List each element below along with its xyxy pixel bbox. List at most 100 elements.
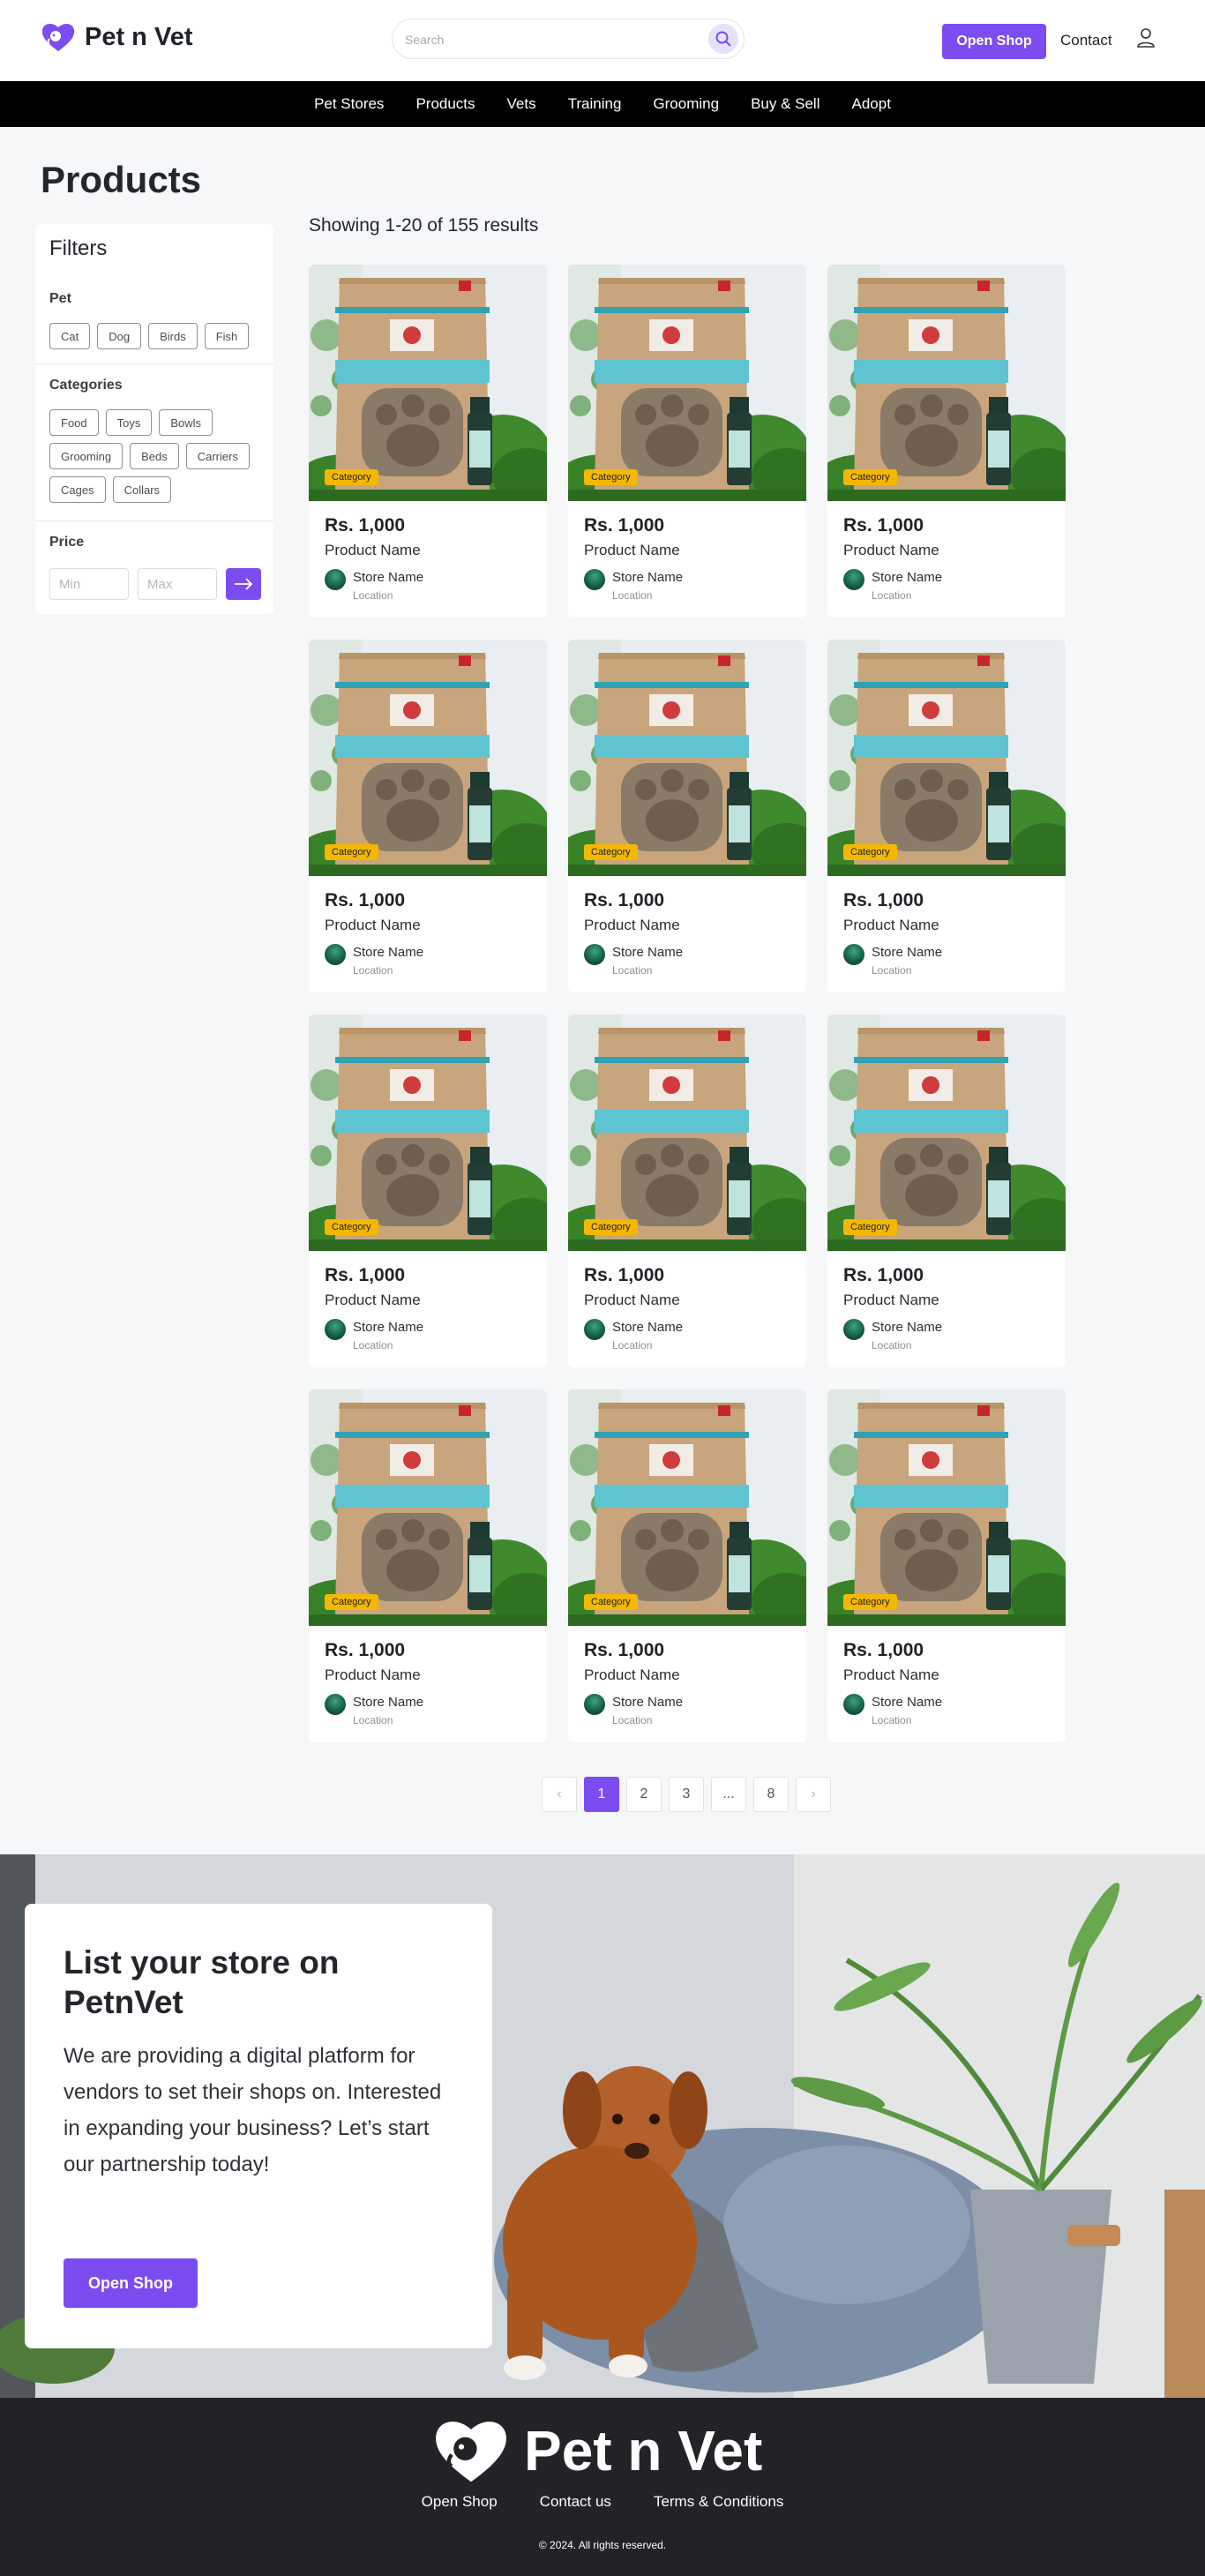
product-card[interactable]: Category Rs. 1,000 Product Name Store Name L…	[309, 1389, 547, 1742]
category-chip-carriers[interactable]: Carriers	[185, 443, 250, 469]
product-card[interactable]: Category Rs. 1,000 Product Name Store Name L…	[309, 1015, 547, 1367]
footer-logo[interactable]: Pet n Vet	[432, 2415, 762, 2486]
price-min-input[interactable]	[49, 568, 129, 600]
category-chip-collars[interactable]: Collars	[112, 476, 172, 503]
product-card[interactable]: Category Rs. 1,000 Product Name Store Name L…	[827, 1015, 1066, 1367]
store-avatar	[584, 569, 605, 590]
store-location: Location	[353, 1714, 393, 1726]
search-button[interactable]	[708, 24, 738, 54]
store-name[interactable]: Store Name	[353, 570, 423, 585]
product-card[interactable]: Category Rs. 1,000 Product Name Store Name L…	[827, 640, 1066, 992]
user-icon[interactable]	[1136, 27, 1156, 49]
store-name[interactable]: Store Name	[872, 945, 942, 960]
product-image[interactable]: Category	[568, 1389, 806, 1626]
category-badge: Category	[584, 1219, 638, 1235]
store-location: Location	[353, 589, 393, 602]
store-avatar	[584, 1694, 605, 1715]
price-max-input[interactable]	[138, 568, 217, 600]
store-name[interactable]: Store Name	[612, 1320, 683, 1335]
product-name[interactable]: Product Name	[843, 1666, 939, 1684]
product-name[interactable]: Product Name	[325, 542, 421, 559]
product-card[interactable]: Category Rs. 1,000 Product Name Store Name L…	[309, 640, 547, 992]
product-card[interactable]: Category Rs. 1,000 Product Name Store Name L…	[827, 1389, 1066, 1742]
product-image[interactable]: Category	[309, 1389, 547, 1626]
logo[interactable]: Pet n Vet	[41, 21, 193, 53]
store-name[interactable]: Store Name	[612, 1695, 683, 1710]
product-image[interactable]: Category	[309, 265, 547, 501]
product-image[interactable]: Category	[827, 1389, 1066, 1626]
nav-item-vets[interactable]: Vets	[491, 95, 552, 113]
pet-chip-birds[interactable]: Birds	[148, 323, 198, 349]
category-chip-toys[interactable]: Toys	[105, 409, 153, 436]
store-name[interactable]: Store Name	[353, 945, 423, 960]
nav-item-grooming[interactable]: Grooming	[637, 95, 735, 113]
filter-divider	[35, 520, 273, 521]
nav-item-adopt[interactable]: Adopt	[836, 95, 907, 113]
product-card[interactable]: Category Rs. 1,000 Product Name Store Name L…	[568, 1389, 806, 1742]
product-image[interactable]: Category	[568, 265, 806, 501]
main-nav: Pet Stores Products Vets Training Groomi…	[0, 81, 1205, 127]
category-badge: Category	[843, 1219, 897, 1235]
nav-item-training[interactable]: Training	[552, 95, 638, 113]
store-name[interactable]: Store Name	[872, 1320, 942, 1335]
product-image[interactable]: Category	[309, 640, 547, 876]
store-name[interactable]: Store Name	[872, 1695, 942, 1710]
product-name[interactable]: Product Name	[325, 1666, 421, 1684]
product-name[interactable]: Product Name	[843, 1292, 939, 1309]
store-name[interactable]: Store Name	[612, 945, 683, 960]
banner-open-shop-button[interactable]: Open Shop	[64, 2258, 198, 2308]
nav-item-pet-stores[interactable]: Pet Stores	[298, 95, 400, 113]
nav-item-buy-sell[interactable]: Buy & Sell	[735, 95, 835, 113]
product-image[interactable]: Category	[309, 1015, 547, 1251]
product-card[interactable]: Category Rs. 1,000 Product Name Store Name L…	[568, 1015, 806, 1367]
product-name[interactable]: Product Name	[584, 1666, 680, 1684]
product-image[interactable]: Category	[827, 1015, 1066, 1251]
price-apply-button[interactable]	[226, 568, 261, 600]
nav-item-products[interactable]: Products	[400, 95, 490, 113]
pagination-page-1[interactable]: 1	[584, 1777, 619, 1812]
store-name[interactable]: Store Name	[872, 570, 942, 585]
category-chip-cages[interactable]: Cages	[49, 476, 106, 503]
product-image[interactable]: Category	[827, 640, 1066, 876]
pagination-page-2[interactable]: 2	[626, 1777, 662, 1812]
store-name[interactable]: Store Name	[353, 1320, 423, 1335]
product-card[interactable]: Category Rs. 1,000 Product Name Store Name L…	[827, 265, 1066, 618]
product-image[interactable]: Category	[568, 1015, 806, 1251]
store-name[interactable]: Store Name	[612, 570, 683, 585]
pagination-page-3[interactable]: 3	[669, 1777, 704, 1812]
product-card[interactable]: Category Rs. 1,000 Product Name Store Name L…	[568, 265, 806, 618]
pet-chip-cat[interactable]: Cat	[49, 323, 91, 349]
product-name[interactable]: Product Name	[584, 542, 680, 559]
category-chip-beds[interactable]: Beds	[130, 443, 179, 469]
product-image[interactable]: Category	[827, 265, 1066, 501]
store-name[interactable]: Store Name	[353, 1695, 423, 1710]
search-input[interactable]	[405, 28, 696, 51]
pagination-page-8[interactable]: 8	[753, 1777, 789, 1812]
category-chip-food[interactable]: Food	[49, 409, 99, 436]
product-name[interactable]: Product Name	[325, 917, 421, 934]
open-shop-button[interactable]: Open Shop	[942, 24, 1046, 59]
product-name[interactable]: Product Name	[843, 917, 939, 934]
footer-link-terms[interactable]: Terms & Conditions	[654, 2493, 783, 2511]
pagination-next-button[interactable]: ›	[796, 1777, 831, 1812]
store-location: Location	[353, 1339, 393, 1352]
product-card[interactable]: Category Rs. 1,000 Product Name Store Name L…	[568, 640, 806, 992]
category-chip-grooming[interactable]: Grooming	[49, 443, 123, 469]
footer-link-open-shop[interactable]: Open Shop	[422, 2493, 498, 2511]
product-image[interactable]: Category	[568, 640, 806, 876]
category-chip-bowls[interactable]: Bowls	[159, 409, 213, 436]
product-name[interactable]: Product Name	[584, 1292, 680, 1309]
product-card[interactable]: Category Rs. 1,000 Product Name Store Name L…	[309, 265, 547, 618]
pagination-prev-button[interactable]: ‹	[542, 1777, 577, 1812]
category-badge: Category	[584, 469, 638, 485]
filters-title: Filters	[49, 236, 108, 260]
filter-divider	[35, 363, 273, 364]
footer-link-contact[interactable]: Contact us	[540, 2493, 611, 2511]
heart-paw-logo-icon	[41, 24, 75, 51]
product-name[interactable]: Product Name	[325, 1292, 421, 1309]
pet-chip-dog[interactable]: Dog	[97, 323, 142, 349]
pet-chip-fish[interactable]: Fish	[204, 323, 250, 349]
product-name[interactable]: Product Name	[584, 917, 680, 934]
product-name[interactable]: Product Name	[843, 542, 939, 559]
contact-link[interactable]: Contact	[1060, 32, 1112, 49]
